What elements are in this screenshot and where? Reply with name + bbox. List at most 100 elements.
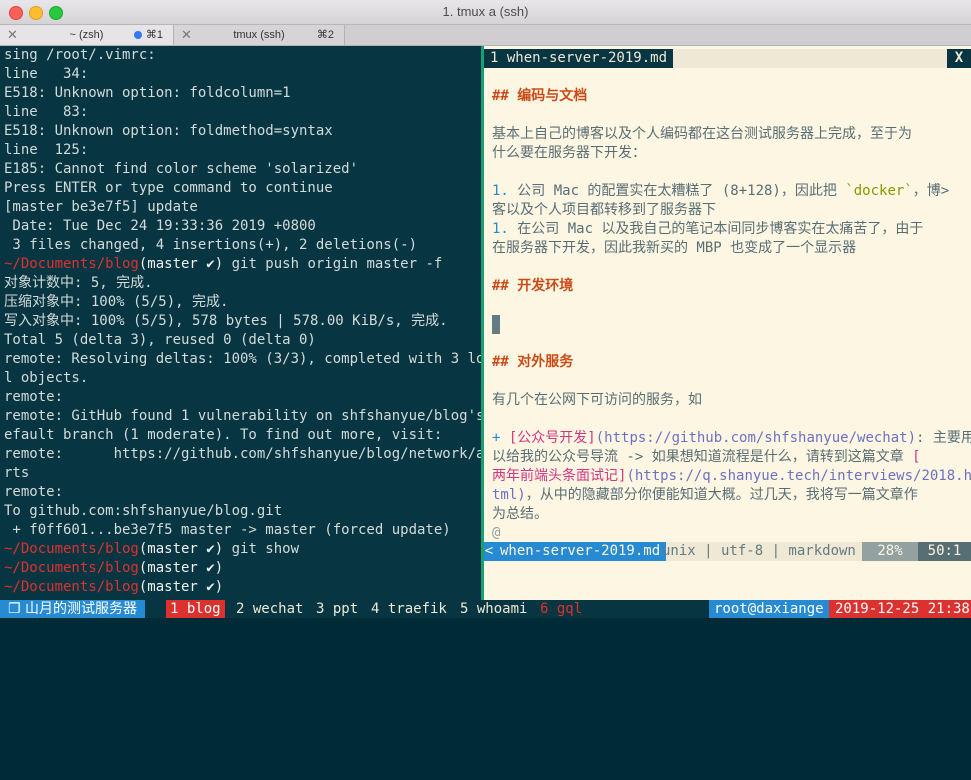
prompt-branch: (master ✔) [138,256,224,272]
tmux-host: root@daxiange [709,600,829,618]
terminal-line: E518: Unknown option: foldmethod=syntax [4,123,333,139]
terminal-line: 对象计数中: 5, 完成. [4,275,153,291]
statusline-position: 50:1 [918,542,971,561]
window-titlebar: 1. tmux a (ssh) [0,0,971,25]
list-text: ，博> [912,183,950,199]
window-title: 1. tmux a (ssh) [442,4,529,19]
list-item-continuation: 在服务器下开发，因此我新买的 MBP 也变成了一个显示器 [492,240,857,256]
terminal-line: E518: Unknown option: foldcolumn=1 [4,85,291,101]
tab-bar-empty-area [345,25,971,45]
prompt-command: git show [223,541,300,557]
terminal-line: sing /root/.vimrc: [4,47,156,63]
tab-tmux[interactable]: ✕ tmux (ssh) ⌘2 [174,25,345,45]
shell-prompt: ~/Documents/blog(master ✔) [0,578,481,597]
vim-statusline: < when-server-2019.md unix | utf-8 | mar… [484,542,971,561]
tab-shortcut: ⌘1 [145,29,163,41]
list-text: 以给我的公众号导流 -> 如果想知道流程是什么，请转到这篇文章 [492,449,913,465]
list-item: + [公众号开发](https://github.com/shfshanyue/… [492,429,971,448]
terminal-line: remote: Resolving deltas: 100% (3/3), co… [4,351,481,367]
tab-zsh[interactable]: ✕ ~ (zsh) ⌘1 [0,25,174,45]
statusline-arrow: < [484,542,494,561]
list-item-continuation: 为总结。 [492,506,548,522]
tmux-window-blog[interactable]: 1 blog [166,600,225,618]
heading-dev-env: ## 开发环境 [492,278,574,294]
paragraph-line: 有几个在公网下可访问的服务，如 [492,392,702,408]
vim-tab-current[interactable]: 1 when-server-2019.md [484,49,674,68]
link-text: [公众号开发] [500,430,596,446]
prompt-branch: (master ✔) [138,541,224,557]
terminal-line: + f0ff601...be3e7f5 master -> master (fo… [4,522,451,538]
terminal-line: Press ENTER or type command to continue [4,180,333,196]
inline-code: `docker` [845,183,913,199]
shell-prompt: ~/Documents/blog(master ✔) git push orig… [0,255,481,274]
tmux-window-wechat[interactable]: 2 wechat [236,600,303,618]
terminal-line: remote: https://github.com/shfshanyue/bl… [4,446,481,462]
link-url: (https://github.com/shfshanyue/wechat) [595,430,917,446]
list-item-continuation: 两年前端头条面试记](https://q.shanyue.tech/interv… [492,467,971,486]
terminal-line: l objects. [4,370,89,386]
text-cursor [492,315,500,334]
list-text: 在公司 Mac 以及我自己的笔记本间同步博客实在太痛苦了，由于 [508,221,924,237]
terminal-line: line 83: [4,104,89,120]
statusline-filename: when-server-2019.md [494,542,667,561]
prompt-command: git push origin master -f [223,256,443,272]
list-text: 公司 Mac 的配置实在太糟糕了 (8+128)，因此把 [508,183,846,199]
prompt-branch: (master ✔) [138,560,224,576]
terminal-line: 3 files changed, 4 insertions(+), 2 dele… [4,237,418,253]
tmux-status-bar: ❐ 山月的测试服务器 1 blog 2 wechat 3 ppt 4 traef… [0,600,971,618]
tmux-window-ppt[interactable]: 3 ppt [316,600,358,618]
list-item-continuation: 以给我的公众号导流 -> 如果想知道流程是什么，请转到这篇文章 [ [492,448,971,467]
tmux-window-whoami[interactable]: 5 whoami [460,600,527,618]
terminal-line: line 34: [4,66,89,82]
link-url: (https://q.shanyue.tech/interviews/2018.… [626,468,971,484]
terminal-line: line 125: [4,142,89,158]
list-item: 1. 公司 Mac 的配置实在太糟糕了 (8+128)，因此把 `docker`… [492,182,971,201]
list-item: 1. 在公司 Mac 以及我自己的笔记本间同步博客实在太痛苦了，由于 [492,220,971,239]
tmux-session-name[interactable]: ❐ 山月的测试服务器 [0,600,146,618]
list-item-continuation: tml)，从中的隐藏部分你便能知道大概。过几天，我将写一篇文章作 [492,486,971,505]
terminal-line: 写入对象中: 100% (5/5), 578 bytes | 578.00 Ki… [4,313,448,329]
statusline-percent: 28% [862,542,918,561]
paragraph-line: 什么要在服务器下开发： [492,145,646,161]
list-text: : 主要用 [916,430,971,446]
prompt-path: ~/Documents/blog [4,579,139,595]
link-url: tml) [492,487,526,503]
vim-tabline: 1 when-server-2019.md X [484,49,971,68]
terminal-line: E185: Cannot find color scheme 'solarize… [4,161,359,177]
vim-tab-close-button[interactable]: X [947,49,971,68]
list-marker: 1. [492,183,509,199]
terminal-line: rts [4,465,30,481]
link-text: 两年前端头条面试记] [492,468,627,484]
shell-prompt: ~/Documents/blog(master ✔) git show [0,540,481,559]
terminal-line: Total 5 (delta 3), reused 0 (delta 0) [4,332,316,348]
list-text: ，从中的隐藏部分你便能知道大概。过几天，我将写一篇文章作 [525,487,918,503]
heading-external-services: ## 对外服务 [492,354,574,370]
prompt-path: ~/Documents/blog [4,256,139,272]
link-text: [ [912,449,921,465]
activity-dot-icon [134,31,142,39]
statusline-fileinfo: unix | utf-8 | markdown [662,543,856,559]
terminal-line: remote: GitHub found 1 vulnerability on … [4,408,481,424]
terminal-line: remote: [4,484,64,500]
list-item-continuation: 客以及个人项目都转移到了服务器下 [492,202,716,218]
prompt-path: ~/Documents/blog [4,541,139,557]
tmux-window-traefik[interactable]: 4 traefik [371,600,447,618]
tab-bar: ✕ ~ (zsh) ⌘1 ✕ tmux (ssh) ⌘2 [0,25,971,46]
terminal-line: Date: Tue Dec 24 19:33:36 2019 +0800 [4,218,316,234]
prompt-path: ~/Documents/blog [4,560,139,576]
prompt-branch: (master ✔) [138,579,224,595]
terminal-line: 压缩对象中: 100% (5/5), 完成. [4,294,229,310]
tmux-clock: 2019-12-25 21:38 [829,600,971,618]
terminal-line: efault branch (1 moderate). To find out … [4,427,443,443]
terminal-line: remote: [4,389,64,405]
terminal-line: To github.com:shfshanyue/blog.git [4,503,283,519]
terminal-line: [master be3e7f5] update [4,199,198,215]
list-marker: 1. [492,221,509,237]
tab-shortcut: ⌘2 [316,29,334,41]
paragraph-line: 基本上自己的博客以及个人编码都在这台测试服务器上完成，至于为 [492,126,912,142]
tmux-window-gql[interactable]: 6 gql [540,600,582,618]
shell-prompt: ~/Documents/blog(master ✔) [0,559,481,578]
vim-editor-pane[interactable]: 1 when-server-2019.md X ## 编码与文档 基本上自己的博… [484,46,971,600]
terminal-pane[interactable]: sing /root/.vimrc: line 34: E518: Unknow… [0,46,481,600]
heading-encoding: ## 编码与文档 [492,88,588,104]
